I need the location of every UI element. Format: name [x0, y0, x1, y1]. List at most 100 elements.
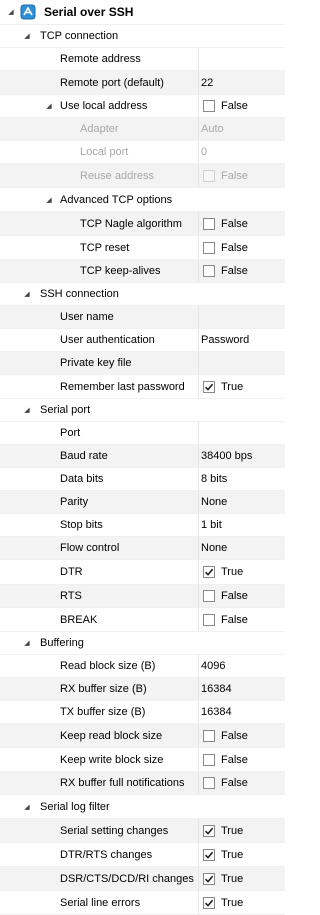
property-value[interactable]: 38400 bps: [198, 445, 285, 467]
property-value[interactable]: False: [198, 260, 285, 282]
expand-arrow-icon[interactable]: ◢: [44, 188, 54, 211]
property-row-parity[interactable]: Parity None: [0, 491, 285, 514]
checkbox-checked[interactable]: [203, 872, 215, 885]
property-row-tcp-reset[interactable]: TCP reset False: [0, 236, 285, 260]
property-value[interactable]: True: [198, 891, 285, 914]
property-row-rx-buffer-full-notifications[interactable]: RX buffer full notifications False: [0, 772, 285, 795]
checkbox-unchecked[interactable]: [203, 100, 215, 112]
property-value[interactable]: False: [198, 724, 285, 747]
property-value[interactable]: False: [198, 212, 285, 235]
property-value[interactable]: False: [198, 772, 285, 794]
property-row-remote-port[interactable]: Remote port (default) 22: [0, 71, 285, 95]
property-row-read-block-size[interactable]: Read block size (B) 4096: [0, 655, 285, 678]
checkbox-unchecked[interactable]: [203, 729, 215, 742]
property-row-flow-control[interactable]: Flow control None: [0, 537, 285, 560]
property-value[interactable]: 16384: [198, 678, 285, 700]
property-value[interactable]: None: [198, 537, 285, 559]
property-value[interactable]: False: [198, 748, 285, 771]
expand-arrow-icon[interactable]: ◢: [22, 632, 32, 654]
property-value[interactable]: None: [198, 491, 285, 513]
property-row-data-bits[interactable]: Data bits 8 bits: [0, 468, 285, 491]
property-value[interactable]: False: [198, 585, 285, 607]
property-row-user-authentication[interactable]: User authentication Password: [0, 329, 285, 352]
property-value[interactable]: [198, 352, 285, 374]
checkbox-unchecked[interactable]: [203, 265, 215, 277]
property-row-tx-buffer-size[interactable]: TX buffer size (B) 16384: [0, 701, 285, 724]
property-value[interactable]: Password: [198, 329, 285, 351]
expand-arrow-icon[interactable]: ◢: [6, 0, 16, 24]
expand-arrow-icon[interactable]: ◢: [44, 95, 54, 117]
checkbox-unchecked[interactable]: [203, 777, 215, 789]
property-label: Remote address: [60, 53, 141, 65]
property-row-rx-buffer-size[interactable]: RX buffer size (B) 16384: [0, 678, 285, 701]
property-value-text: False: [221, 241, 248, 254]
property-row-keep-write-block-size[interactable]: Keep write block size False: [0, 748, 285, 772]
expand-arrow-icon[interactable]: ◢: [22, 795, 32, 818]
property-row-dtr[interactable]: DTR True: [0, 560, 285, 585]
checkbox-unchecked[interactable]: [203, 613, 215, 626]
property-row-break[interactable]: BREAK False: [0, 608, 285, 632]
checkbox-checked[interactable]: [203, 824, 215, 837]
property-row-user-name[interactable]: User name: [0, 306, 285, 329]
property-value[interactable]: False: [198, 95, 285, 117]
property-row-baud-rate[interactable]: Baud rate 38400 bps: [0, 445, 285, 468]
property-row-buffering[interactable]: ◢ Buffering: [0, 632, 285, 655]
property-row-private-key-file[interactable]: Private key file: [0, 352, 285, 375]
property-value[interactable]: True: [198, 560, 285, 584]
expand-arrow-icon[interactable]: ◢: [22, 25, 32, 47]
property-value[interactable]: [198, 48, 285, 70]
property-row-dtr-rts-changes[interactable]: DTR/RTS changes True: [0, 843, 285, 867]
property-value[interactable]: 8 bits: [198, 468, 285, 490]
property-row-serial-over-ssh[interactable]: ◢ Serial over SSH: [0, 0, 285, 25]
property-row-tcp-nagle[interactable]: TCP Nagle algorithm False: [0, 212, 285, 236]
property-value[interactable]: True: [198, 867, 285, 890]
checkbox-checked[interactable]: [203, 380, 215, 393]
property-label: BREAK: [60, 613, 98, 626]
property-value-text: 38400 bps: [201, 450, 253, 462]
property-value[interactable]: True: [198, 375, 285, 398]
property-value[interactable]: True: [198, 819, 285, 842]
checkmark-icon: [204, 875, 214, 883]
property-value[interactable]: False: [198, 608, 285, 631]
property-row-dsr-cts-dcd-ri-changes[interactable]: DSR/CTS/DCD/RI changes True: [0, 867, 285, 891]
property-row-remote-address[interactable]: Remote address: [0, 48, 285, 71]
property-label: Reuse address: [80, 169, 154, 182]
expand-arrow-icon[interactable]: ◢: [22, 283, 32, 305]
checkbox-checked[interactable]: [203, 848, 215, 861]
property-row-use-local-address[interactable]: ◢ Use local address False: [0, 95, 285, 118]
property-value[interactable]: 22: [198, 71, 285, 94]
property-row-serial-log-filter[interactable]: ◢ Serial log filter: [0, 795, 285, 819]
property-row-serial-line-errors[interactable]: Serial line errors True: [0, 891, 285, 915]
property-value[interactable]: [198, 306, 285, 328]
property-row-ssh-connection[interactable]: ◢ SSH connection: [0, 283, 285, 306]
property-row-serial-port[interactable]: ◢ Serial port: [0, 399, 285, 422]
property-value[interactable]: 4096: [198, 655, 285, 677]
property-label: Data bits: [60, 473, 104, 485]
property-label: Serial port: [40, 404, 91, 416]
property-label: TX buffer size (B): [60, 706, 146, 718]
checkbox-checked[interactable]: [203, 566, 215, 578]
property-row-keep-read-block-size[interactable]: Keep read block size False: [0, 724, 285, 748]
property-value[interactable]: False: [198, 236, 285, 259]
property-row-rts[interactable]: RTS False: [0, 585, 285, 608]
property-row-remember-last-password[interactable]: Remember last password True: [0, 375, 285, 399]
property-row-serial-setting-changes[interactable]: Serial setting changes True: [0, 819, 285, 843]
checkbox-unchecked[interactable]: [203, 241, 215, 254]
property-row-port[interactable]: Port: [0, 422, 285, 445]
checkbox-unchecked[interactable]: [203, 753, 215, 766]
property-row-stop-bits[interactable]: Stop bits 1 bit: [0, 514, 285, 537]
property-value[interactable]: 1 bit: [198, 514, 285, 536]
property-value[interactable]: 16384: [198, 701, 285, 723]
property-value-text: None: [201, 496, 228, 508]
checkbox-checked[interactable]: [203, 896, 215, 909]
property-value[interactable]: [198, 422, 285, 444]
property-row-advanced-tcp-options[interactable]: ◢ Advanced TCP options: [0, 188, 285, 212]
property-row-tcp-keep-alives[interactable]: TCP keep-alives False: [0, 260, 285, 283]
checkbox-unchecked[interactable]: [203, 217, 215, 230]
checkbox-unchecked[interactable]: [203, 169, 215, 182]
expand-arrow-icon[interactable]: ◢: [22, 399, 32, 421]
property-row-tcp-connection[interactable]: ◢ TCP connection: [0, 25, 285, 48]
checkbox-unchecked[interactable]: [203, 590, 215, 602]
property-value[interactable]: True: [198, 843, 285, 866]
property-label: DSR/CTS/DCD/RI changes: [60, 872, 194, 885]
